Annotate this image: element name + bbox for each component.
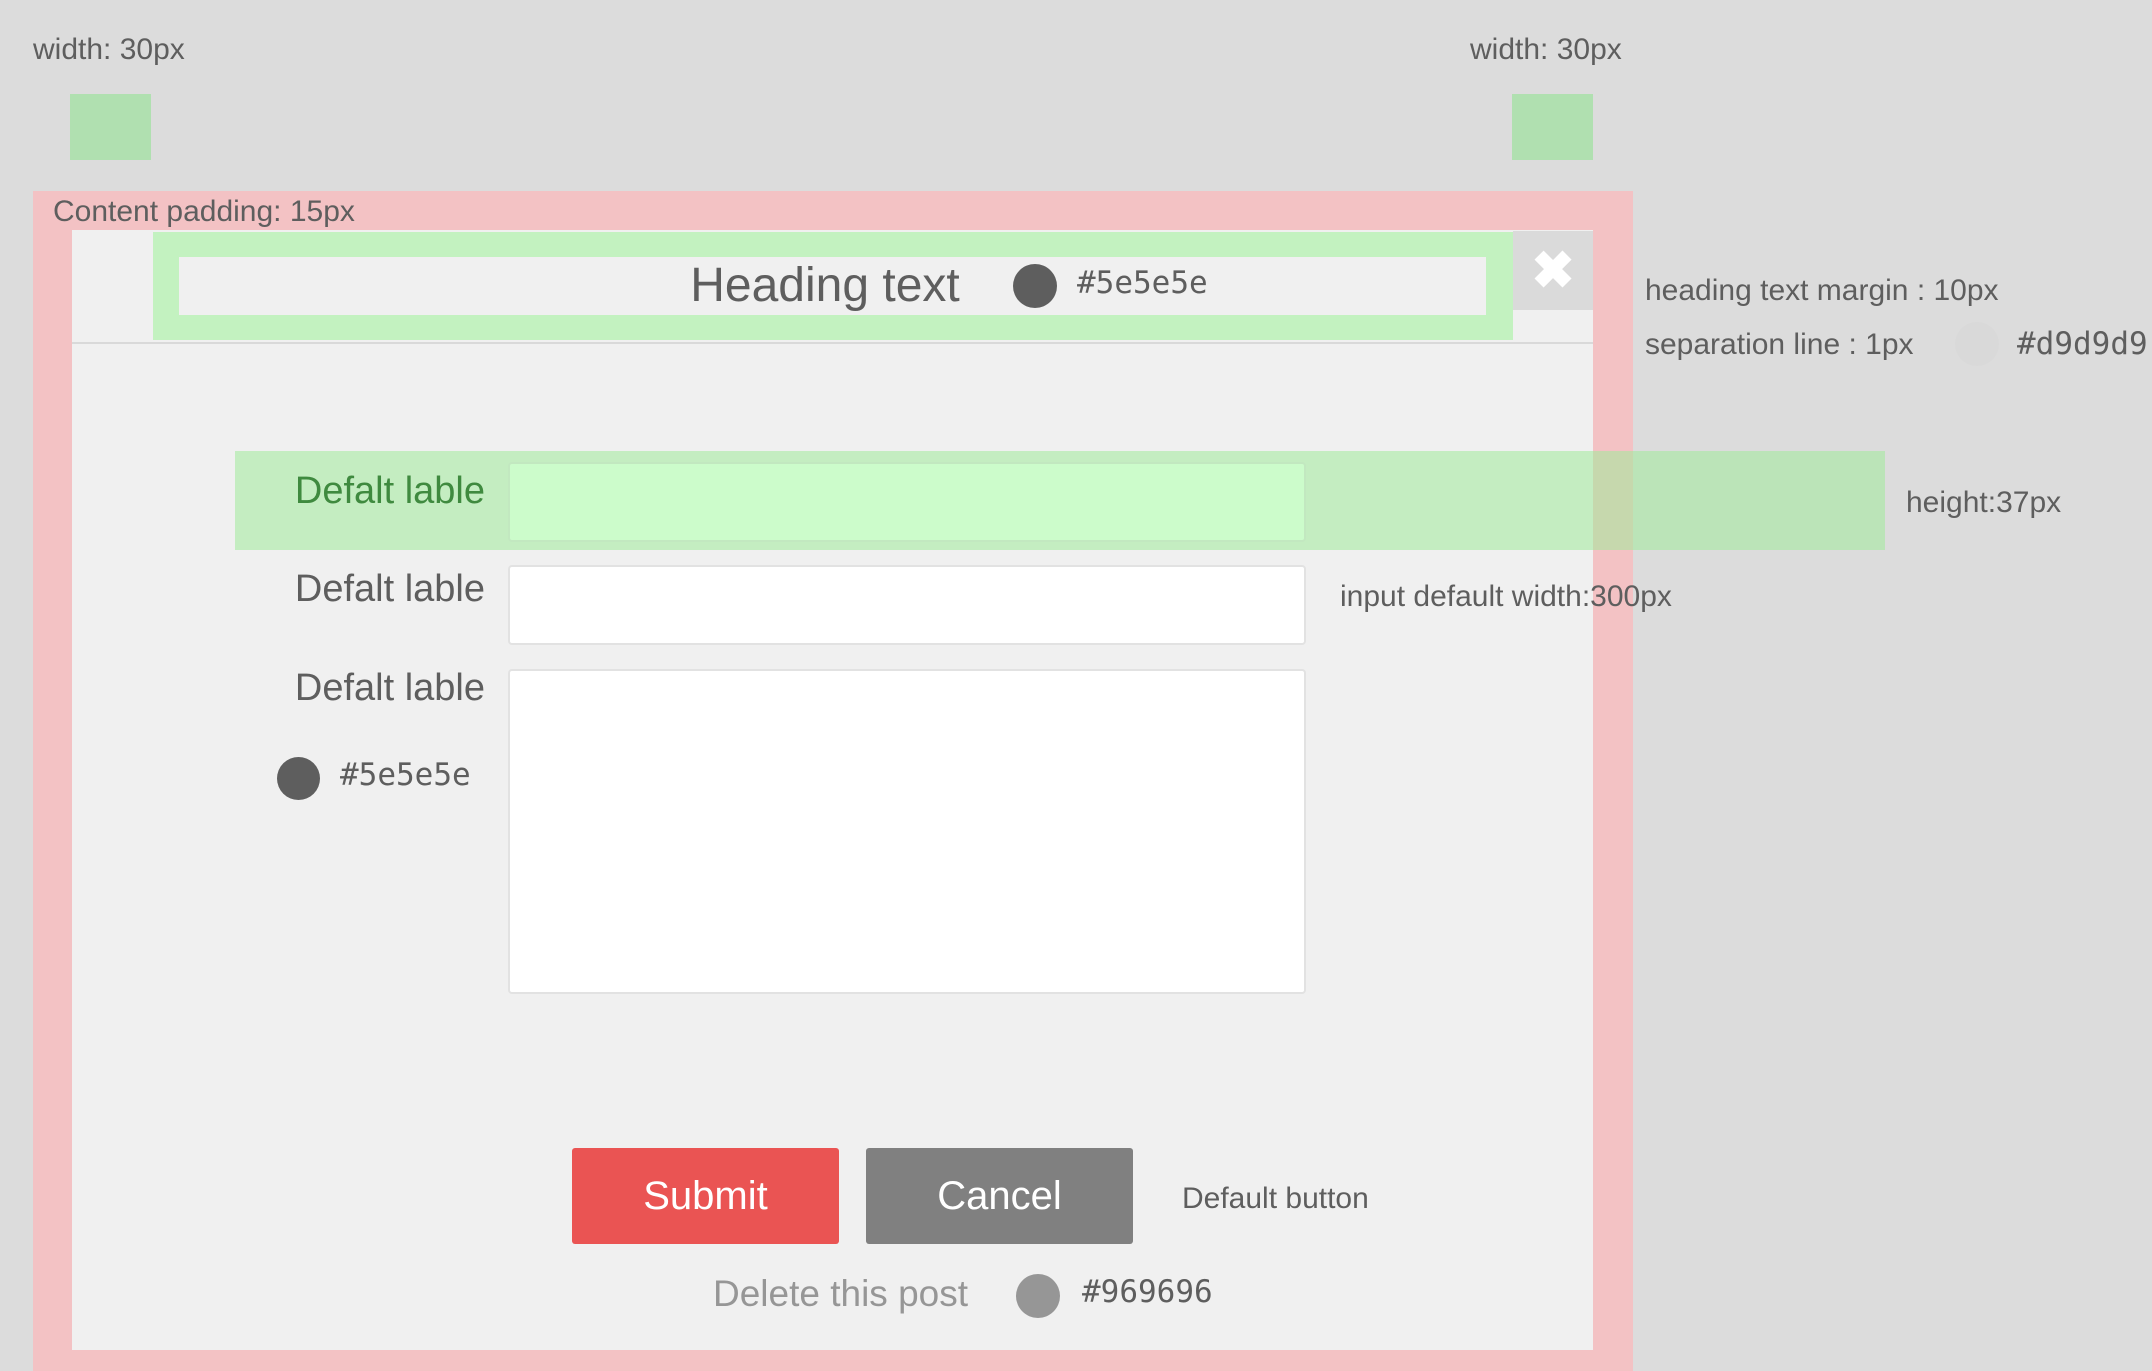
separation-line-note: separation line : 1px	[1645, 328, 1914, 361]
separation-color-code: #d9d9d9	[2017, 326, 2148, 362]
left-width-note: width: 30px	[33, 33, 185, 66]
heading-margin-note: heading text margin : 10px	[1645, 274, 1999, 307]
form-label-3: Defalt lable	[294, 667, 485, 709]
cancel-button[interactable]: Cancel	[866, 1148, 1133, 1244]
right-width-note: width: 30px	[1470, 33, 1622, 66]
delete-color-swatch	[1016, 1274, 1060, 1318]
content-padding-note: Content padding: 15px	[53, 195, 355, 228]
row-height-note: height:37px	[1906, 486, 2062, 519]
heading-color-code: #5e5e5e	[1077, 265, 1208, 301]
text-input-2[interactable]	[508, 565, 1306, 645]
label-color-code: #5e5e5e	[340, 757, 471, 793]
form-label-2: Defalt lable	[294, 568, 485, 610]
input-width-note: input default width:300px	[1340, 580, 1672, 613]
default-button-note: Default button	[1182, 1182, 1369, 1215]
right-width-swatch	[1512, 94, 1593, 160]
modal-heading: Heading text	[690, 259, 960, 312]
heading-color-swatch	[1013, 264, 1057, 308]
delete-color-code: #969696	[1082, 1274, 1213, 1310]
text-input-1[interactable]	[508, 462, 1306, 542]
delete-post-link[interactable]: Delete this post	[713, 1273, 968, 1315]
form-label-1: Defalt lable	[294, 470, 485, 512]
left-width-swatch	[70, 94, 151, 160]
close-button[interactable]: ✖	[1513, 231, 1593, 310]
close-icon: ✖	[1531, 241, 1575, 300]
submit-button[interactable]: Submit	[572, 1148, 839, 1244]
separation-line	[72, 342, 1593, 344]
separation-color-swatch	[1955, 322, 1999, 366]
label-color-swatch	[277, 757, 320, 800]
textarea-field[interactable]	[508, 669, 1306, 994]
